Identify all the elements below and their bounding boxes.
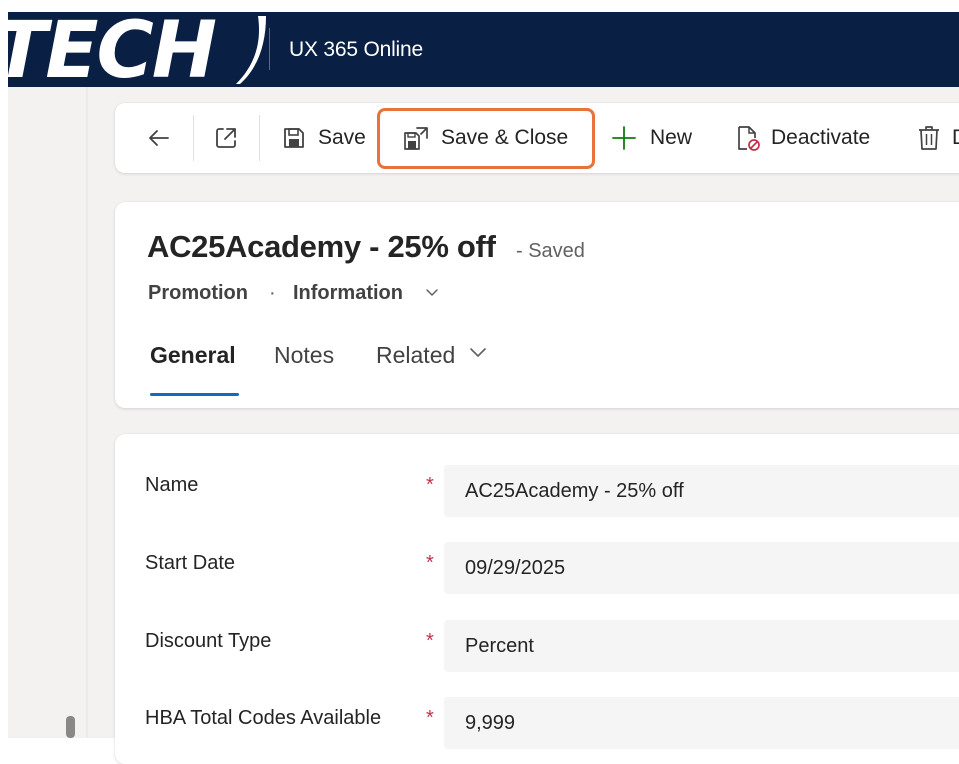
delete-button[interactable]: D	[917, 103, 959, 173]
toolbar-separator	[193, 115, 194, 161]
left-frame	[0, 0, 8, 738]
name-field-value: AC25Academy - 25% off	[465, 480, 684, 502]
field-label-name: Name	[145, 474, 199, 496]
hba-total-codes-field-value: 9,999	[465, 712, 516, 734]
active-tab-indicator	[150, 393, 239, 396]
nav-divider	[86, 87, 88, 738]
required-indicator: *	[426, 707, 434, 729]
required-indicator: *	[426, 474, 434, 496]
name-field[interactable]: AC25Academy - 25% off	[444, 465, 959, 517]
save-label: Save	[318, 126, 366, 149]
field-label-start-date: Start Date	[145, 552, 236, 574]
app-title[interactable]: UX 365 Online	[289, 38, 423, 62]
highlight-box	[377, 108, 595, 169]
form-selector[interactable]: Information	[293, 282, 403, 305]
tab-related-label: Related	[376, 342, 456, 368]
deactivate-icon	[738, 126, 760, 151]
field-label-discount-type: Discount Type	[145, 630, 272, 652]
nav-scrollbar[interactable]	[66, 716, 75, 738]
save-icon	[284, 128, 304, 148]
start-date-field[interactable]: 09/29/2025	[444, 542, 959, 594]
header-divider	[269, 28, 270, 70]
chevron-down-icon	[469, 348, 486, 357]
discount-type-field-value: Percent	[465, 635, 534, 657]
open-new-window-button[interactable]	[213, 103, 239, 173]
plus-icon	[612, 126, 636, 150]
record-title: AC25Academy - 25% off	[147, 229, 496, 264]
required-indicator: *	[426, 552, 434, 574]
tab-notes[interactable]: Notes	[274, 342, 334, 369]
deactivate-button[interactable]: Deactivate	[735, 103, 870, 173]
record-entity-name: Promotion	[148, 282, 248, 304]
deactivate-label: Deactivate	[771, 126, 871, 149]
company-logo[interactable]: TECH	[8, 14, 266, 86]
start-date-field-value: 09/29/2025	[465, 557, 566, 579]
discount-type-field[interactable]: Percent	[444, 620, 959, 672]
field-label-hba-total-codes: HBA Total Codes Available	[145, 707, 382, 729]
toolbar-separator	[259, 115, 260, 161]
arrow-left-icon	[149, 130, 169, 146]
new-label: New	[650, 126, 693, 149]
open-in-new-window-icon	[216, 128, 236, 148]
app-header: TECH UX 365 Online	[8, 12, 959, 87]
delete-label: D	[952, 126, 959, 150]
back-button[interactable]	[146, 103, 172, 173]
top-frame	[0, 0, 959, 12]
chevron-down-icon[interactable]	[425, 287, 439, 299]
new-button[interactable]: New	[610, 103, 692, 173]
tab-related[interactable]: Related	[376, 342, 488, 369]
left-nav	[8, 87, 88, 738]
required-indicator: *	[426, 630, 434, 652]
trash-icon	[919, 126, 939, 150]
record-save-status: - Saved	[516, 240, 585, 262]
hba-total-codes-field[interactable]: 9,999	[444, 697, 959, 749]
logo-swoosh-icon	[236, 16, 266, 84]
save-button[interactable]: Save	[281, 103, 366, 173]
tab-general[interactable]: General	[150, 342, 236, 369]
breadcrumb-separator: ·	[269, 282, 276, 304]
